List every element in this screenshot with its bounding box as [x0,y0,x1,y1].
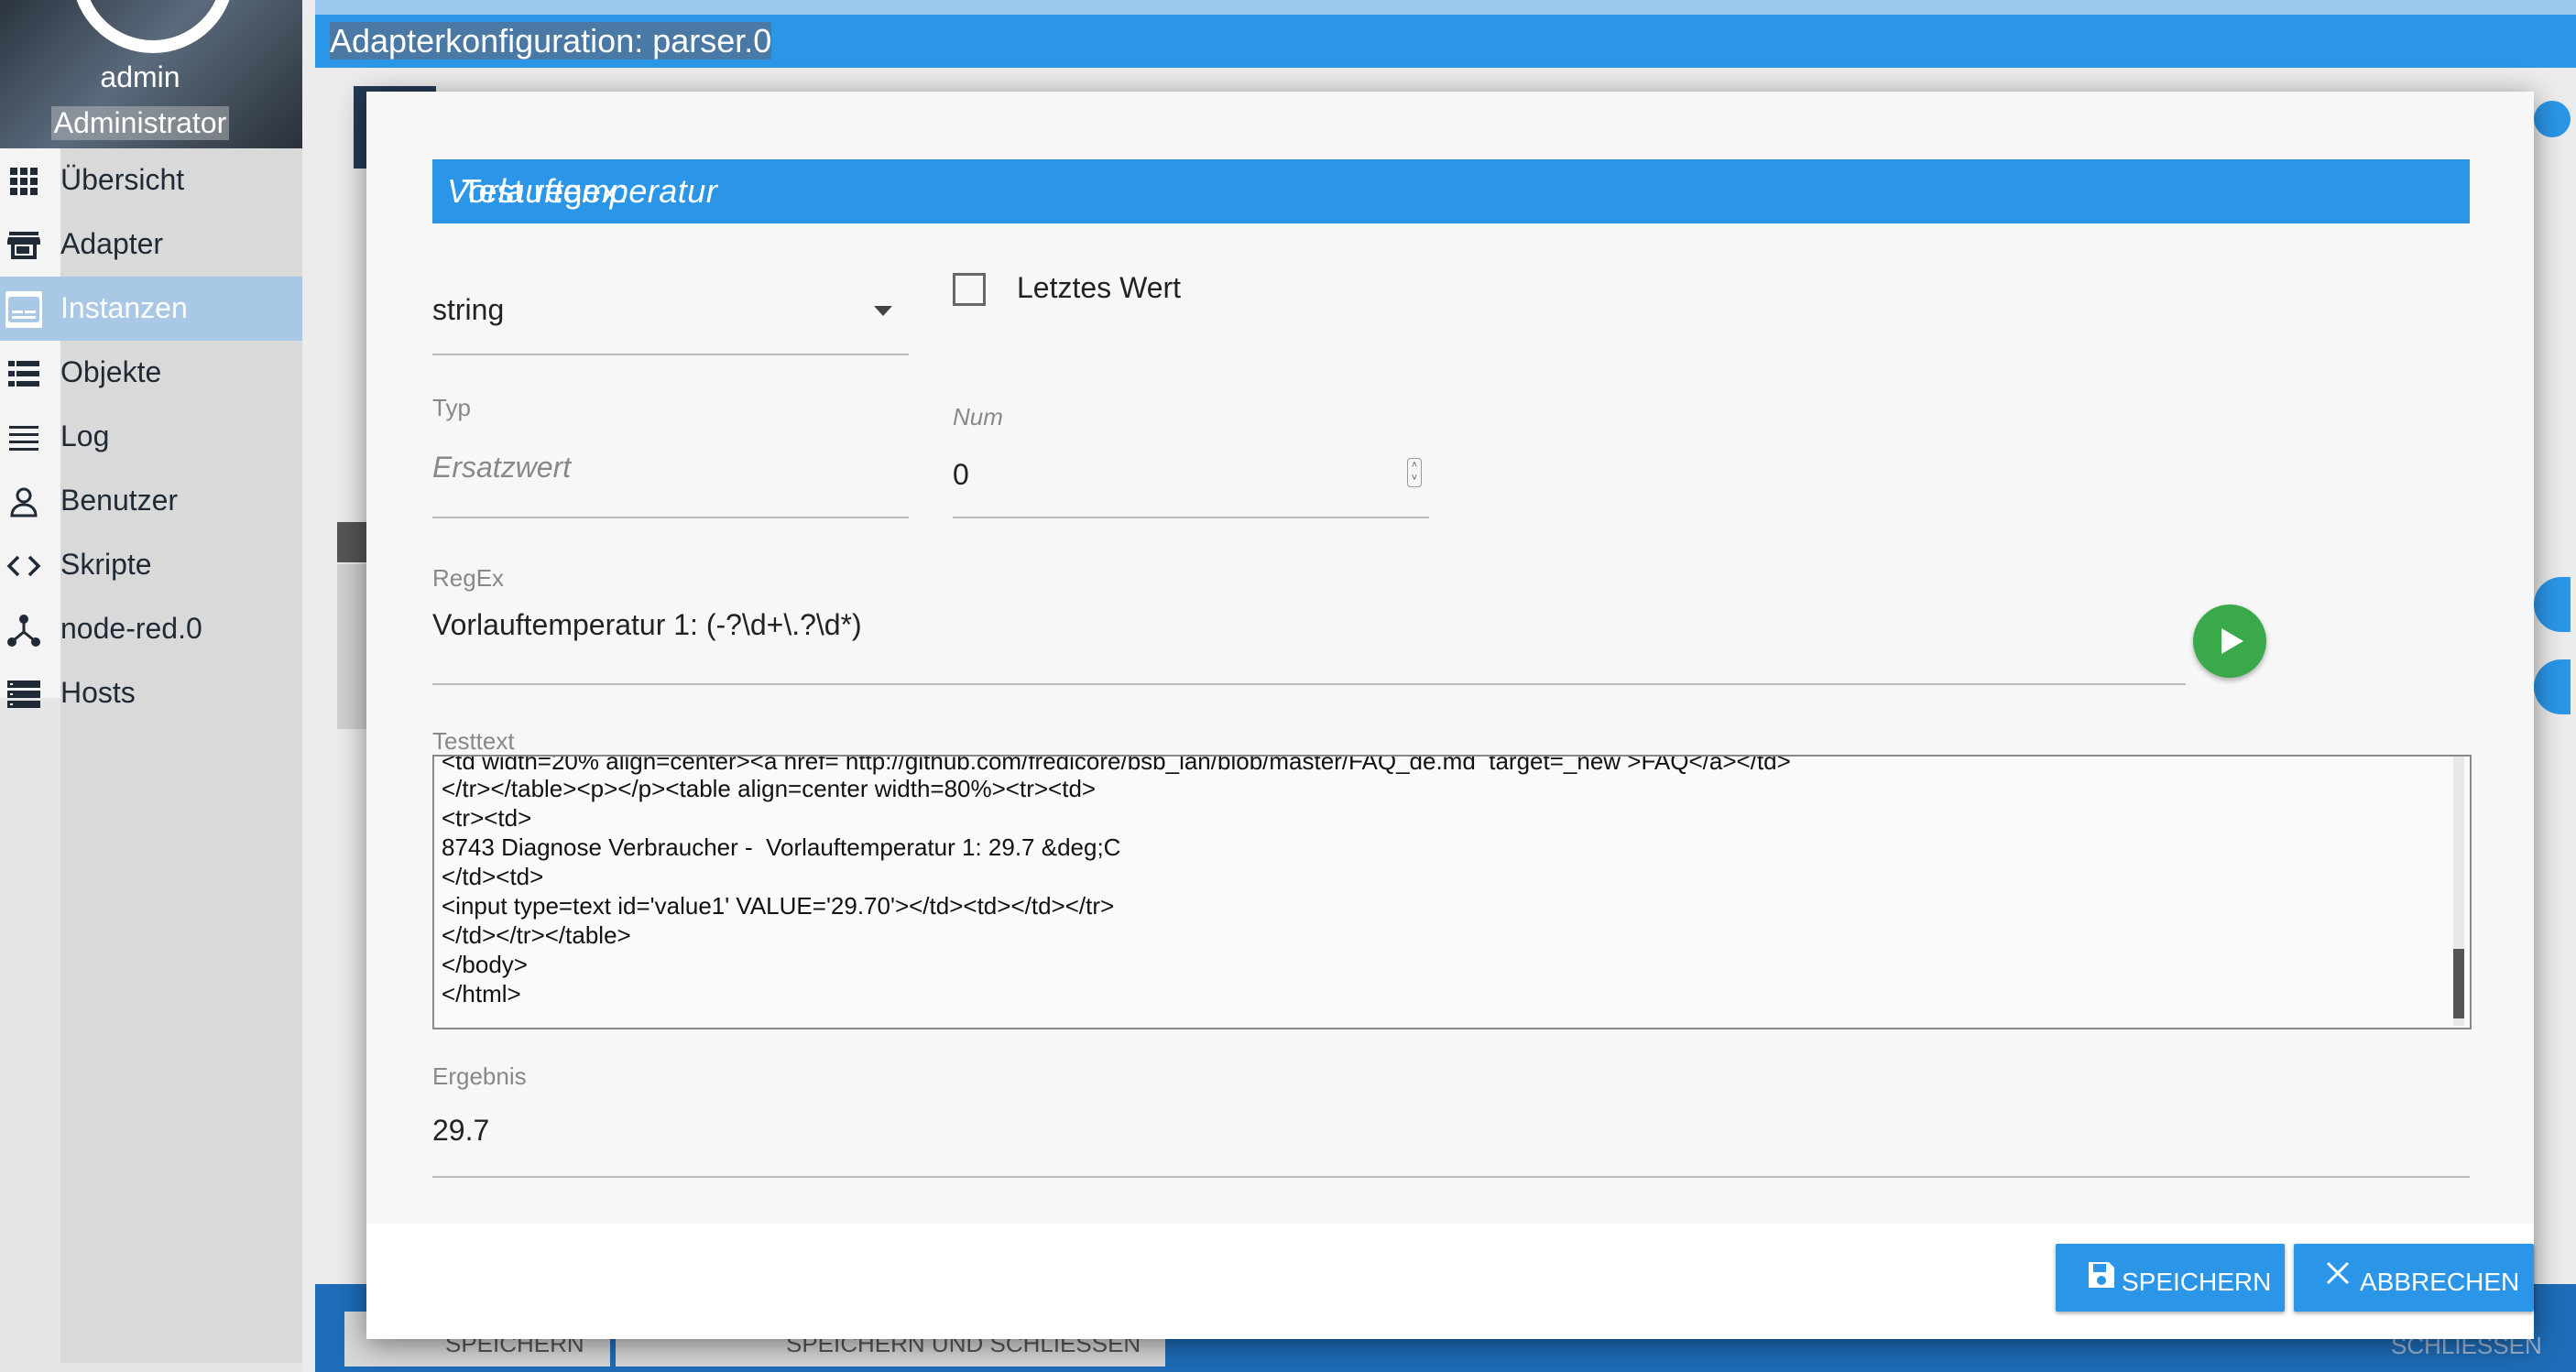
sidebar-item-benutzer[interactable]: Benutzer [0,469,302,533]
test-regex-dialog: Test regex: Vorlauftemperatur string Typ… [366,92,2534,1339]
num-label: Num [953,403,1003,430]
hosts-icon [5,676,42,713]
result-field: 29.7 [432,1099,2470,1178]
testtext-line: </tr></table><p></p><table align=center … [442,775,1097,802]
sidebar-item-objekte[interactable]: Objekte [0,341,302,405]
background-help-button[interactable] [2534,101,2571,137]
testtext-area[interactable]: <td width=20% align=center><a href= http… [432,755,2472,1029]
avatar[interactable] [71,0,235,53]
sidebar-item-label: Benutzer [60,484,179,517]
regex-value: Vorlauftemperatur 1: (-?\d+\.?\d*) [432,608,862,641]
dialog-title-prefix: Test regex: [462,172,628,210]
testtext-line: </html> [442,980,521,1007]
save-button-label: SPEICHERN [2122,1268,2272,1296]
testtext-line: </td></tr></table> [442,921,631,949]
play-icon [2221,628,2243,654]
last-value-checkbox[interactable] [953,273,986,306]
sidebar-item-label: Adapter [60,227,164,260]
num-value: 0 [953,458,969,491]
regex-input[interactable]: Vorlauftemperatur 1: (-?\d+\.?\d*) [432,586,2186,685]
testtext-line: <input type=text id='value1' VALUE='29.7… [442,892,1115,920]
type-select[interactable]: string [432,275,909,355]
number-stepper[interactable]: ˄ ˅ [1407,458,1422,487]
testtext-line: <td width=20% align=center><a href= http… [442,755,1791,775]
sidebar-item-label: Log [60,419,110,452]
chevron-down-icon [874,306,892,316]
substitute-value-input[interactable]: Ersatzwert [432,440,909,518]
num-underline [953,517,1429,518]
sidebar-item-adapter[interactable]: Adapter [0,212,302,277]
substitute-value-underline [432,517,909,518]
background-edit-button[interactable] [2534,577,2571,632]
user-icon [5,484,42,520]
main-header: Adapterkonfiguration: parser.0 [315,15,2576,68]
sidebar-item-label: Instanzen [60,291,188,324]
testtext-label: Testtext [432,727,515,755]
instances-icon [5,291,42,328]
list-icon [5,355,42,392]
user-name: admin [100,60,180,93]
sidebar-item-skripte[interactable]: Skripte [0,533,302,597]
sidebar-item-label: Übersicht [60,163,185,196]
sidebar-item-log[interactable]: Log [0,405,302,469]
testtext-line: 8743 Diagnose Verbraucher - Vorlauftempe… [442,833,1121,861]
user-panel: admin Administrator [0,0,302,148]
log-icon [5,419,42,456]
sidebar-item-label: Skripte [60,548,152,581]
sidebar-item-label: node-red.0 [60,612,202,645]
testtext-scrollbar[interactable] [2453,757,2464,1026]
grid-icon [5,163,42,200]
type-select-underline [432,354,909,355]
testtext-line: </td><td> [442,863,544,890]
cancel-button-label: ABBRECHEN [2360,1268,2520,1296]
num-input[interactable]: 0 ˄ ˅ [953,440,1429,518]
testtext-line: <tr><td> [442,804,532,832]
save-icon [2087,1260,2116,1296]
scrollbar-thumb[interactable] [2453,949,2464,1018]
result-value: 29.7 [432,1114,490,1147]
result-underline [432,1176,2470,1178]
last-value-label: Letztes Wert [1017,271,1182,304]
main-top-strip [315,0,2576,15]
cancel-button[interactable]: ABBRECHEN [2294,1244,2534,1312]
dialog-title: Test regex: Vorlauftemperatur [432,159,2470,223]
sidebar-item-label: Objekte [60,355,162,388]
sidebar-item-instanzen[interactable]: Instanzen [0,277,302,341]
code-icon [5,548,42,584]
run-test-button[interactable] [2193,604,2266,678]
sidebar: admin Administrator Übersicht Adapter In… [0,0,302,1372]
page-title: Adapterkonfiguration: parser.0 [330,15,772,68]
sidebar-item-label: Hosts [60,676,136,709]
store-icon [5,227,42,264]
background-edit-button[interactable] [2534,659,2571,714]
node-red-icon [5,612,42,648]
user-role: Administrator [51,106,229,140]
regex-underline [432,683,2186,685]
save-button[interactable]: SPEICHERN [2056,1244,2285,1312]
sidebar-item-uebersicht[interactable]: Übersicht [0,148,302,212]
page-title-text: Adapterkonfiguration: parser.0 [330,22,772,60]
dialog-content: Test regex: Vorlauftemperatur string Typ… [366,92,2534,1224]
type-label: Typ [432,394,471,421]
result-label: Ergebnis [432,1062,527,1090]
substitute-value-placeholder: Ersatzwert [432,451,572,484]
testtext-line: </body> [442,951,528,978]
sidebar-item-hosts[interactable]: Hosts [0,661,302,725]
sidebar-item-node-red[interactable]: node-red.0 [0,597,302,661]
type-select-value: string [432,293,505,326]
close-icon [2325,1260,2351,1292]
